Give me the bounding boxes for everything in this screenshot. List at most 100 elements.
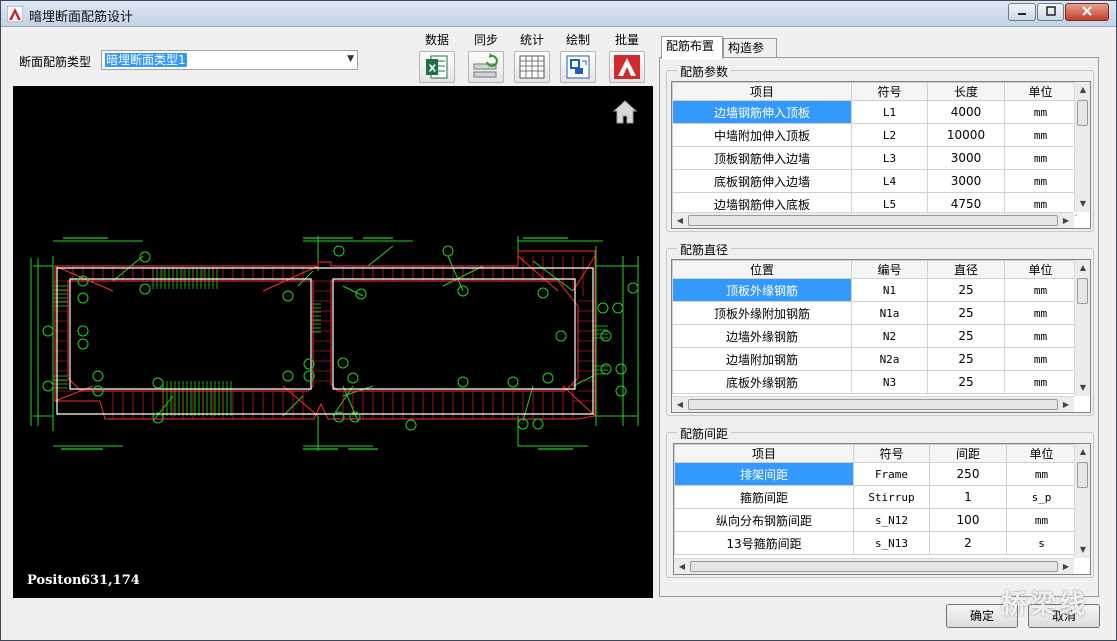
scroll-down-icon[interactable]: ▼ (1075, 380, 1091, 396)
table-cell[interactable]: N2 (851, 324, 928, 348)
table-cell[interactable]: 4000 (927, 100, 1005, 124)
table-cell[interactable]: 2 (929, 531, 1007, 555)
table-row[interactable]: 顶板外缘附加钢筋 N1a 25 mm (672, 301, 1077, 325)
table-cell[interactable]: 顶板钢筋伸入边墙 (672, 146, 852, 170)
scroll-thumb[interactable] (1077, 462, 1088, 488)
section-type-dropdown[interactable]: 暗埋断面类型1 ▼ (101, 50, 358, 70)
spacing-grid[interactable]: 项目 符号 间距 单位 排架间距 Frame 250 mm 箍筋间距 Stirr… (673, 443, 1091, 575)
maximize-button[interactable] (1037, 3, 1064, 21)
table-cell[interactable]: mm (1004, 146, 1077, 170)
minimize-button[interactable] (1008, 3, 1036, 21)
params-grid[interactable]: 项目 符号 长度 单位 边墙钢筋伸入顶板 L1 4000 mm 中墙附加伸入顶板… (671, 81, 1091, 229)
table-row[interactable]: 顶板外缘钢筋 N1 25 mm (672, 278, 1077, 302)
table-row[interactable]: 中墙附加伸入顶板 L2 10000 mm (672, 123, 1077, 147)
table-cell[interactable]: 100 (929, 508, 1007, 532)
table-cell[interactable]: 1 (929, 485, 1007, 509)
table-cell[interactable]: 箍筋间距 (674, 485, 854, 509)
table-cell[interactable]: s (1006, 531, 1077, 555)
scroll-thumb[interactable] (688, 215, 1058, 226)
table-cell[interactable]: 中墙附加伸入顶板 (672, 123, 852, 147)
table-cell[interactable]: 25 (927, 301, 1005, 325)
table-cell[interactable]: mm (1006, 462, 1077, 486)
table-cell[interactable]: N1a (851, 301, 928, 325)
table-row[interactable]: 顶板钢筋伸入边墙 L3 3000 mm (672, 146, 1077, 170)
scroll-right-icon[interactable]: ▶ (1058, 559, 1074, 575)
table-cell[interactable]: N3 (851, 370, 928, 394)
drawing-canvas[interactable]: Positon: 631,174 (13, 86, 653, 598)
scroll-up-icon[interactable]: ▲ (1075, 82, 1091, 98)
scroll-up-icon[interactable]: ▲ (1075, 444, 1091, 460)
table-cell[interactable]: 边墙外缘钢筋 (672, 324, 852, 348)
table-cell[interactable]: 3000 (927, 169, 1005, 193)
scroll-thumb[interactable] (690, 561, 1058, 572)
scroll-left-icon[interactable]: ◀ (674, 559, 690, 575)
scroll-right-icon[interactable]: ▶ (1058, 397, 1074, 413)
scroll-thumb[interactable] (688, 399, 1058, 410)
spacing-vertical-scrollbar[interactable]: ▲ ▼ (1074, 444, 1090, 558)
table-cell[interactable]: 边墙附加钢筋 (672, 347, 852, 371)
table-cell[interactable]: 25 (927, 347, 1005, 371)
table-cell[interactable]: 底板外缘钢筋 (672, 370, 852, 394)
table-cell[interactable]: L2 (851, 123, 928, 147)
table-row[interactable]: 排架间距 Frame 250 mm (674, 462, 1077, 486)
table-cell[interactable]: s_p (1006, 485, 1077, 509)
scroll-down-icon[interactable]: ▼ (1075, 542, 1091, 558)
scroll-up-icon[interactable]: ▲ (1075, 260, 1091, 276)
table-cell[interactable]: Stirrup (853, 485, 930, 509)
scroll-down-icon[interactable]: ▼ (1075, 196, 1091, 212)
sync-button[interactable]: 同步 (464, 33, 508, 83)
table-cell[interactable]: mm (1004, 324, 1077, 348)
table-cell[interactable]: N1 (851, 278, 928, 302)
table-cell[interactable]: mm (1004, 301, 1077, 325)
home-icon[interactable] (612, 99, 638, 125)
scroll-thumb[interactable] (1077, 100, 1088, 126)
table-cell[interactable]: mm (1004, 123, 1077, 147)
scroll-left-icon[interactable]: ◀ (672, 397, 688, 413)
table-cell[interactable]: mm (1004, 100, 1077, 124)
table-row[interactable]: 13号箍筋间距 s_N13 2 s (674, 531, 1077, 555)
table-cell[interactable]: mm (1004, 347, 1077, 371)
table-cell[interactable]: 250 (929, 462, 1007, 486)
table-cell[interactable]: Frame (853, 462, 930, 486)
table-cell[interactable]: 25 (927, 370, 1005, 394)
table-cell[interactable]: mm (1006, 508, 1077, 532)
table-cell[interactable]: 3000 (927, 146, 1005, 170)
table-cell[interactable]: 顶板外缘附加钢筋 (672, 301, 852, 325)
diameters-vertical-scrollbar[interactable]: ▲ ▼ (1074, 260, 1090, 396)
table-row[interactable]: 边墙附加钢筋 N2a 25 mm (672, 347, 1077, 371)
table-row[interactable]: 边墙外缘钢筋 N2 25 mm (672, 324, 1077, 348)
batch-button[interactable]: 批量 (605, 33, 649, 83)
table-cell[interactable]: 25 (927, 324, 1005, 348)
table-cell[interactable]: N2a (851, 347, 928, 371)
statistics-button[interactable]: 统计 (510, 33, 554, 83)
table-cell[interactable]: mm (1004, 370, 1077, 394)
table-cell[interactable]: L4 (851, 169, 928, 193)
draw-button[interactable]: 绘制 (556, 33, 600, 83)
diameters-grid[interactable]: 位置 编号 直径 单位 顶板外缘钢筋 N1 25 mm 顶板外缘附加钢筋 N1a (671, 259, 1091, 413)
table-cell[interactable]: 纵向分布钢筋间距 (674, 508, 854, 532)
table-cell[interactable]: s_N13 (853, 531, 930, 555)
table-cell[interactable]: s_N12 (853, 508, 930, 532)
table-row[interactable]: 底板钢筋伸入边墙 L4 3000 mm (672, 169, 1077, 193)
data-button[interactable]: 数据 X (415, 33, 459, 83)
table-cell[interactable]: 13号箍筋间距 (674, 531, 854, 555)
params-horizontal-scrollbar[interactable]: ◀ ▶ (672, 212, 1074, 228)
table-cell[interactable]: 25 (927, 278, 1005, 302)
table-row[interactable]: 纵向分布钢筋间距 s_N12 100 mm (674, 508, 1077, 532)
table-cell[interactable]: L3 (851, 146, 928, 170)
table-cell[interactable]: 10000 (927, 123, 1005, 147)
close-button[interactable] (1065, 3, 1109, 21)
table-cell[interactable]: mm (1004, 278, 1077, 302)
table-row[interactable]: 底板外缘钢筋 N3 25 mm (672, 370, 1077, 394)
tab-construction-params[interactable]: 构造参数 (723, 38, 777, 73)
scroll-right-icon[interactable]: ▶ (1058, 213, 1074, 229)
table-row[interactable]: 箍筋间距 Stirrup 1 s_p (674, 485, 1077, 509)
table-cell[interactable]: L1 (851, 100, 928, 124)
table-cell[interactable]: 排架间距 (674, 462, 854, 486)
tab-rebar-layout[interactable]: 配筋布置 (661, 36, 723, 59)
spacing-horizontal-scrollbar[interactable]: ◀ ▶ (674, 558, 1074, 574)
diameters-horizontal-scrollbar[interactable]: ◀ ▶ (672, 396, 1074, 412)
table-cell[interactable]: 顶板外缘钢筋 (672, 278, 852, 302)
table-row[interactable]: 边墙钢筋伸入顶板 L1 4000 mm (672, 100, 1077, 124)
table-cell[interactable]: 边墙钢筋伸入顶板 (672, 100, 852, 124)
